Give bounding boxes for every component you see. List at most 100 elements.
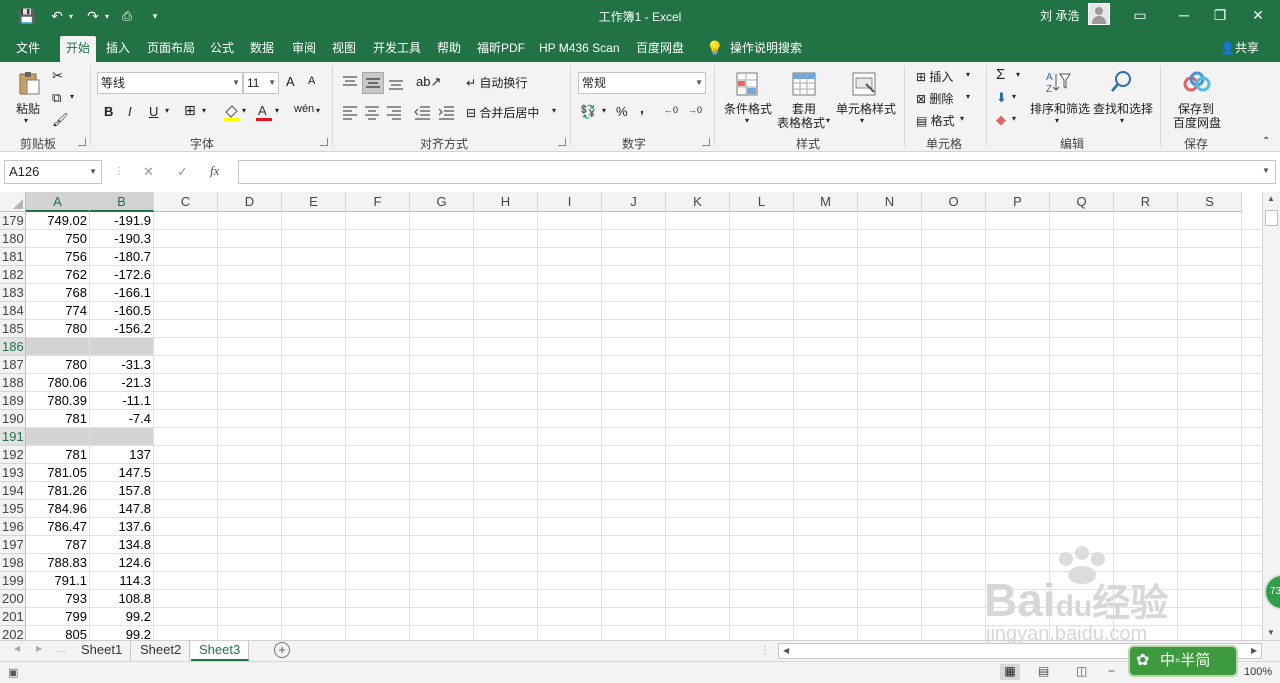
scroll-down-icon[interactable]: ▼	[1267, 628, 1275, 637]
tab-developer[interactable]: 开发工具	[367, 36, 427, 62]
save-icon[interactable]: 💾	[18, 7, 36, 25]
currency-dropdown-icon[interactable]: ▾	[602, 106, 606, 115]
cell-a[interactable]: 791.1	[26, 572, 90, 590]
cell-b[interactable]: 137	[90, 446, 154, 464]
row-header[interactable]: 196	[0, 518, 26, 536]
macro-record-icon[interactable]: ▣	[8, 666, 18, 679]
row-header[interactable]: 184	[0, 302, 26, 320]
delete-cells-button[interactable]: ⊠ 删除	[916, 90, 953, 107]
sheet-tab-sheet2[interactable]: Sheet2	[132, 641, 190, 661]
cell-a[interactable]: 749.02	[26, 212, 90, 230]
page-layout-view-icon[interactable]: ▤	[1038, 664, 1049, 678]
column-header-c[interactable]: C	[154, 192, 218, 212]
align-bottom-icon[interactable]	[386, 74, 406, 94]
autosum-button[interactable]: Σ	[996, 66, 1005, 83]
cell-a[interactable]: 805	[26, 626, 90, 640]
insert-dropdown-icon[interactable]: ▾	[966, 70, 970, 79]
cell-b[interactable]	[90, 428, 154, 446]
align-left-icon[interactable]	[340, 102, 360, 122]
collapse-ribbon-icon[interactable]: ⌃	[1262, 136, 1270, 147]
cell-b[interactable]: 147.8	[90, 500, 154, 518]
cell-a[interactable]: 774	[26, 302, 90, 320]
alignment-launcher-icon[interactable]	[558, 138, 566, 146]
scroll-up-icon[interactable]: ▲	[1267, 194, 1275, 203]
cell-b[interactable]: 99.2	[90, 626, 154, 640]
grow-font-button[interactable]: A	[286, 74, 295, 89]
cell-b[interactable]: 124.6	[90, 554, 154, 572]
column-header-p[interactable]: P	[986, 192, 1050, 212]
cell-a[interactable]	[26, 428, 90, 446]
align-top-icon[interactable]	[340, 72, 360, 92]
format-as-table-button[interactable]: 表格格式	[777, 114, 825, 131]
vertical-scrollbar[interactable]: ▲ ▼	[1262, 192, 1280, 640]
increase-indent-icon[interactable]	[436, 102, 456, 122]
column-header-b[interactable]: B	[90, 192, 154, 212]
column-header-a[interactable]: A	[26, 192, 90, 212]
sheet-tab-sheet3[interactable]: Sheet3	[191, 641, 249, 661]
cell-b[interactable]: 99.2	[90, 608, 154, 626]
cell-b[interactable]: -31.3	[90, 356, 154, 374]
align-center-icon[interactable]	[362, 102, 382, 122]
cancel-formula-icon[interactable]: ✕	[143, 164, 154, 180]
cell-a[interactable]: 781	[26, 446, 90, 464]
tab-home[interactable]: 开始	[60, 36, 97, 62]
underline-dropdown-icon[interactable]: ▾	[165, 106, 169, 115]
merge-center-button[interactable]: ⊟ 合并后居中	[466, 104, 539, 121]
tab-baidu-netdisk[interactable]: 百度网盘	[630, 36, 690, 62]
increase-decimal-icon[interactable]: ←0	[664, 105, 678, 115]
comma-button[interactable]: ,	[640, 100, 644, 116]
currency-icon[interactable]: 💱	[580, 104, 596, 120]
restore-icon[interactable]: ❐	[1202, 4, 1238, 26]
redo-dropdown-icon[interactable]: ▾	[102, 7, 112, 25]
cell-b[interactable]: -7.4	[90, 410, 154, 428]
fill-down-icon[interactable]: ⬇	[996, 90, 1007, 106]
cell-b[interactable]: 157.8	[90, 482, 154, 500]
row-header[interactable]: 182	[0, 266, 26, 284]
delete-dropdown-icon[interactable]: ▾	[966, 92, 970, 101]
cell-b[interactable]: 147.5	[90, 464, 154, 482]
row-header[interactable]: 195	[0, 500, 26, 518]
column-header-m[interactable]: M	[794, 192, 858, 212]
autosum-dropdown-icon[interactable]: ▾	[1016, 70, 1020, 79]
font-color-dropdown-icon[interactable]: ▾	[275, 106, 279, 115]
cell-b[interactable]: -166.1	[90, 284, 154, 302]
column-header-q[interactable]: Q	[1050, 192, 1114, 212]
cell-b[interactable]: -172.6	[90, 266, 154, 284]
cell-a[interactable]: 780.39	[26, 392, 90, 410]
column-header-s[interactable]: S	[1178, 192, 1242, 212]
tab-page-layout[interactable]: 页面布局	[141, 36, 201, 62]
row-header[interactable]: 197	[0, 536, 26, 554]
row-header[interactable]: 186	[0, 338, 26, 356]
close-icon[interactable]: ✕	[1240, 4, 1276, 26]
row-header[interactable]: 180	[0, 230, 26, 248]
column-header-g[interactable]: G	[410, 192, 474, 212]
cell-a[interactable]: 781.05	[26, 464, 90, 482]
zoom-out-button[interactable]: −	[1108, 664, 1115, 678]
cell-a[interactable]: 780.06	[26, 374, 90, 392]
cell-a[interactable]: 768	[26, 284, 90, 302]
expand-formula-bar-icon[interactable]: ▼	[1262, 166, 1270, 175]
cell-b[interactable]: 134.8	[90, 536, 154, 554]
scroll-left-icon[interactable]: ◀	[783, 646, 789, 655]
undo-icon[interactable]: ↶	[48, 7, 66, 25]
sheet-tab-sheet1[interactable]: Sheet1	[73, 641, 131, 661]
font-name-select[interactable]: 等线 ▼	[97, 72, 243, 94]
cell-a[interactable]: 781.26	[26, 482, 90, 500]
column-header-e[interactable]: E	[282, 192, 346, 212]
page-break-view-icon[interactable]: ◫	[1076, 664, 1087, 678]
sheet-tabs-more-icon[interactable]: …	[56, 644, 66, 655]
normal-view-icon[interactable]: ▦	[1000, 664, 1020, 680]
column-header-n[interactable]: N	[858, 192, 922, 212]
cell-b[interactable]: 137.6	[90, 518, 154, 536]
redo-icon[interactable]: ↷	[84, 7, 102, 25]
conditional-formatting-icon[interactable]	[734, 70, 762, 98]
conditional-formatting-button[interactable]: 条件格式	[724, 100, 772, 117]
tell-me-search[interactable]: 操作说明搜索	[724, 36, 808, 62]
row-header[interactable]: 187	[0, 356, 26, 374]
cell-a[interactable]: 786.47	[26, 518, 90, 536]
cell-a[interactable]	[26, 338, 90, 356]
find-select-dropdown-icon[interactable]: ▾	[1120, 116, 1124, 125]
underline-button[interactable]: U	[149, 104, 158, 119]
fill-dropdown-icon[interactable]: ▾	[1012, 92, 1016, 101]
baidu-netdisk-icon[interactable]	[1182, 70, 1212, 96]
